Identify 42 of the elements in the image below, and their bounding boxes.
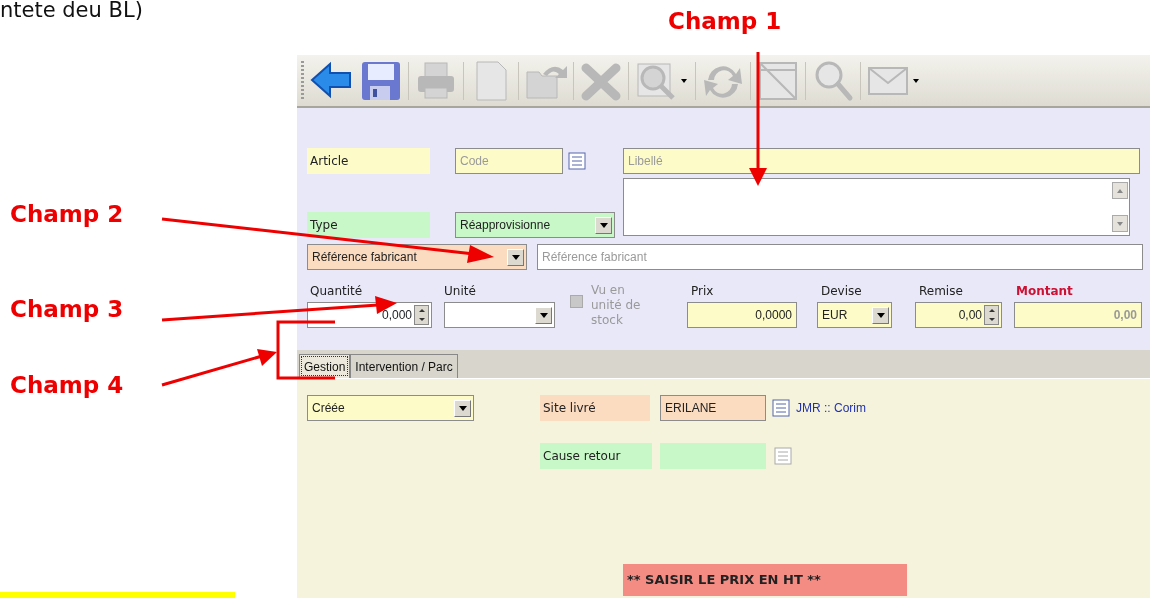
scroll-down-icon[interactable] [1112,215,1128,232]
checkbox-label: Vu en unité de stock [591,283,642,328]
site-field[interactable]: ERILANE [660,395,766,421]
spinner-arrows-icon[interactable] [414,305,429,325]
field-label: Cause retour [540,443,652,469]
annotation-label: Champ 2 [10,203,124,226]
field-label: Devise [820,283,863,300]
warning-banner: ** SAISIR LE PRIX EN HT ** [623,564,907,596]
status-dropdown[interactable]: Créée [307,395,474,421]
type-dropdown[interactable]: Réapprovisionne [455,212,615,238]
reference-field[interactable]: Référence fabricant [537,244,1143,270]
link[interactable]: JMR :: Corim [796,399,866,417]
price-field[interactable]: 0,0000 [687,302,797,328]
annotation-label: Champ 4 [10,374,124,397]
spinner-arrows-icon[interactable] [984,305,999,325]
unit-dropdown[interactable] [444,302,555,328]
field-label: Site livré [540,395,650,421]
field-label: Montant [1015,283,1074,300]
tab[interactable]: Intervention / Parc [350,354,458,378]
return-field[interactable] [660,443,766,469]
scroll-up-icon[interactable] [1112,182,1128,199]
caret-icon [913,78,919,83]
field-label: Prix [690,283,715,300]
annotation-label: Champ 1 [668,10,782,33]
label-field[interactable]: Libellé [623,148,1140,174]
field-label: Article [307,148,430,174]
list-icon[interactable] [772,399,790,417]
tab[interactable]: Gestion [299,354,351,378]
field-label: Quantité [309,283,364,300]
list-icon[interactable] [774,447,792,465]
page-heading: ntete deu BL) [0,0,143,21]
field-label: Type [307,212,430,238]
field-label: Unité [444,283,477,300]
field-label: Remise [918,283,964,300]
list-icon[interactable] [568,152,586,170]
annotation-label: Champ 3 [10,298,124,321]
currency-dropdown[interactable]: EUR [817,302,892,328]
discount-field[interactable]: 0,00 [915,302,1002,328]
text-area[interactable] [623,178,1130,236]
caret-icon [681,78,687,83]
code-field[interactable]: Code [455,148,563,174]
reference-dropdown[interactable]: Référence fabricant [307,244,527,270]
